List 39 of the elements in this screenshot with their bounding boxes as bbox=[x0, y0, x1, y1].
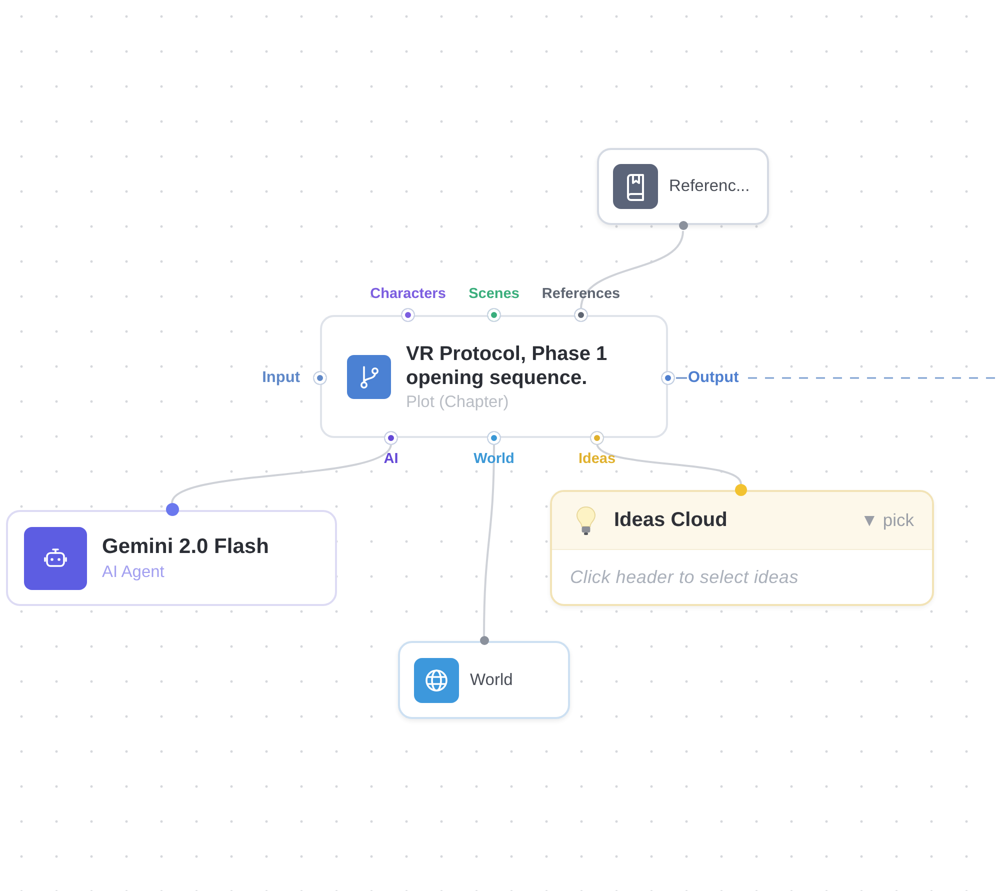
port-label: World bbox=[474, 451, 514, 468]
node-title: Ideas Cloud bbox=[614, 509, 728, 532]
node-title: World bbox=[470, 670, 513, 690]
node-type-label: AI Agent bbox=[102, 562, 164, 582]
node-type-label: Plot (Chapter) bbox=[406, 392, 509, 412]
port-label: Output bbox=[688, 369, 739, 386]
port-label: Characters bbox=[370, 286, 446, 303]
port-handle[interactable] bbox=[384, 431, 398, 445]
hint-text: Click header to select ideas bbox=[570, 566, 799, 588]
port-handle[interactable] bbox=[487, 431, 501, 445]
book-icon bbox=[613, 164, 658, 209]
port-label: Scenes bbox=[468, 286, 520, 303]
ideas-node[interactable]: Ideas Cloud ▼ pick Click header to select ideas bbox=[550, 490, 934, 606]
port-label: Input bbox=[262, 369, 300, 386]
port-handle[interactable] bbox=[313, 371, 327, 385]
port-handle[interactable] bbox=[487, 308, 501, 322]
ideas-header[interactable]: Ideas Cloud ▼ pick bbox=[552, 492, 932, 550]
port-handle[interactable] bbox=[574, 308, 588, 322]
globe-icon bbox=[414, 658, 459, 702]
port-handle[interactable] bbox=[166, 503, 178, 516]
port-handle[interactable] bbox=[480, 636, 488, 645]
port-handle[interactable] bbox=[590, 431, 604, 445]
node-title: VR Protocol, Phase 1 opening sequence. bbox=[406, 342, 608, 390]
world-node[interactable]: World bbox=[398, 641, 570, 719]
node-title: Gemini 2.0 Flash bbox=[102, 534, 269, 558]
port-handle[interactable] bbox=[735, 484, 747, 496]
plot-node[interactable]: VR Protocol, Phase 1 opening sequence. Plot (Chapter) bbox=[320, 315, 668, 438]
port-label: References bbox=[542, 286, 620, 303]
port-handle[interactable] bbox=[661, 371, 675, 385]
port-label: AI bbox=[384, 451, 398, 468]
connector-stub bbox=[676, 377, 687, 379]
lightbulb-icon bbox=[574, 504, 598, 536]
port-handle[interactable] bbox=[401, 308, 415, 322]
robot-icon bbox=[24, 526, 87, 590]
port-label: Ideas bbox=[578, 451, 616, 468]
agent-node[interactable]: Gemini 2.0 Flash AI Agent bbox=[6, 510, 337, 606]
node-title: Referenc... bbox=[669, 177, 750, 196]
reference-node[interactable]: Referenc... bbox=[597, 148, 769, 225]
branch-icon bbox=[347, 354, 391, 398]
